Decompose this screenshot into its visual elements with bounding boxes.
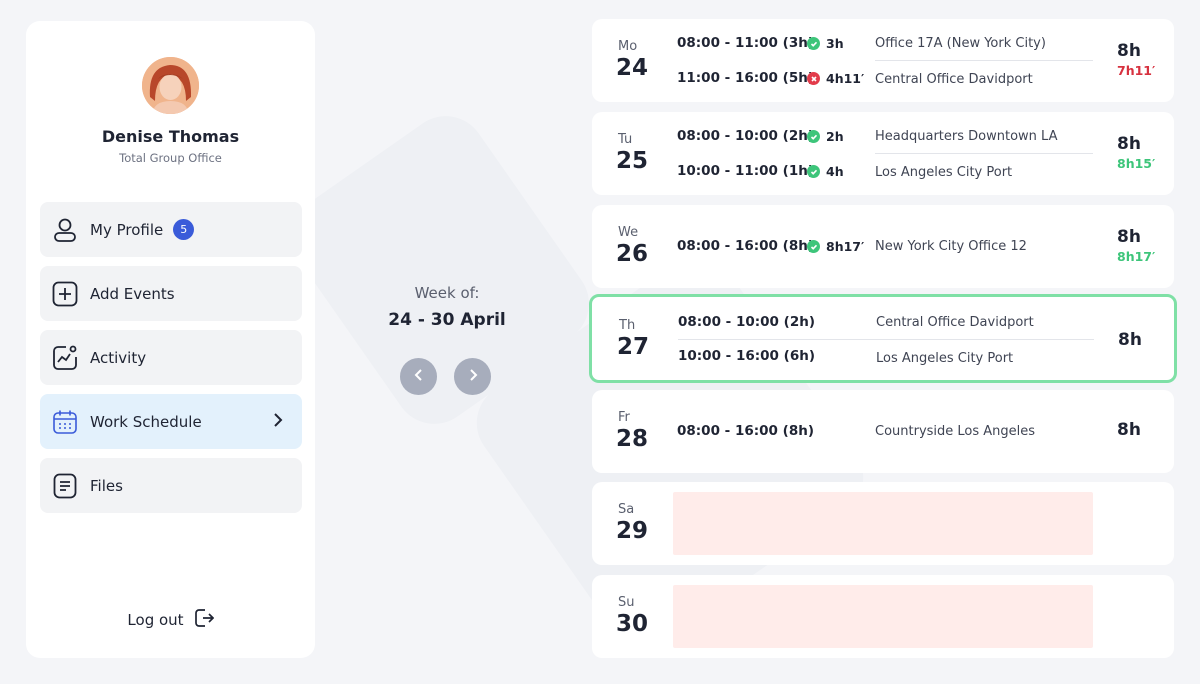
day-diff: 8h15′ (1117, 156, 1156, 171)
nav-item-activity[interactable]: Activity (40, 330, 302, 385)
day-total: 8h (1117, 420, 1141, 440)
check-icon (807, 37, 820, 50)
avatar[interactable] (142, 57, 199, 114)
day-diff: 7h11′ (1117, 63, 1156, 78)
day-card-sunday[interactable]: Su 30 (592, 575, 1174, 658)
day-card-thursday[interactable]: Th 27 08:00 - 10:00 (2h) Central Office … (589, 294, 1177, 383)
nav-label: My Profile (90, 220, 164, 239)
day-total: 8h (1117, 41, 1141, 61)
status-value: 4h11′ (826, 71, 865, 86)
shift-time: 08:00 - 11:00 (3h) (677, 35, 814, 51)
shift-location: Los Angeles City Port (875, 165, 1013, 180)
nav-label: Files (90, 476, 123, 495)
day-card-saturday[interactable]: Sa 29 (592, 482, 1174, 565)
shift-time: 10:00 - 16:00 (6h) (678, 348, 815, 364)
day-diff: 8h17′ (1117, 249, 1156, 264)
next-week-button[interactable] (454, 358, 491, 395)
logout-icon (194, 608, 214, 632)
shift-location: Office 17A (New York City) (875, 36, 1046, 51)
shift-location: Los Angeles City Port (876, 351, 1014, 366)
status-value: 4h (826, 164, 844, 179)
day-number: 24 (616, 55, 649, 81)
day-name: Tu (618, 132, 633, 147)
shift-location: Countryside Los Angeles (875, 424, 1036, 439)
nav-label: Activity (90, 348, 147, 367)
plus-square-icon (52, 281, 78, 307)
day-name: Sa (618, 502, 635, 517)
chevron-right-icon (272, 412, 284, 432)
day-number: 26 (616, 241, 649, 267)
day-name: We (618, 225, 639, 240)
nav-item-add-events[interactable]: Add Events (40, 266, 302, 321)
divider (875, 153, 1093, 154)
day-number: 29 (616, 518, 649, 544)
shift-status: 3h (807, 36, 844, 51)
activity-chart-icon (52, 345, 78, 371)
day-card-tuesday[interactable]: Tu 25 08:00 - 10:00 (2h) 2h Headquarters… (592, 112, 1174, 195)
file-icon (52, 473, 78, 499)
shift-time: 08:00 - 10:00 (2h) (678, 314, 815, 330)
nav-item-my-profile[interactable]: My Profile 5 (40, 202, 302, 257)
day-card-monday[interactable]: Mo 24 08:00 - 11:00 (3h) 3h Office 17A (… (592, 19, 1174, 102)
day-number: 28 (616, 426, 649, 452)
shift-status: 4h11′ (807, 71, 864, 86)
day-total: 8h (1118, 330, 1142, 350)
shift-location: Central Office Davidport (875, 72, 1033, 87)
week-selector: Week of: 24 - 30 April (372, 284, 522, 330)
week-label: Week of: (414, 284, 480, 302)
notification-badge: 5 (173, 219, 195, 240)
shift-time: 08:00 - 16:00 (8h) (677, 423, 814, 439)
check-icon (807, 165, 820, 178)
sidebar: Denise Thomas Total Group Office My Prof… (26, 21, 315, 658)
shift-location: Central Office Davidport (876, 315, 1034, 330)
day-total: 8h (1117, 134, 1141, 154)
day-number: 30 (616, 611, 649, 637)
divider (875, 60, 1093, 61)
shift-location: New York City Office 12 (875, 239, 1027, 254)
nav-item-files[interactable]: Files (40, 458, 302, 513)
day-off-block (673, 585, 1093, 648)
calendar-icon (52, 409, 78, 435)
status-value: 8h17′ (826, 239, 865, 254)
day-card-friday[interactable]: Fr 28 08:00 - 16:00 (8h) Countryside Los… (592, 390, 1174, 473)
check-icon (807, 130, 820, 143)
day-off-block (673, 492, 1093, 555)
day-number: 25 (616, 148, 649, 174)
logout-button[interactable]: Log out (26, 608, 315, 632)
user-name: Denise Thomas (101, 127, 240, 146)
previous-week-button[interactable] (400, 358, 437, 395)
day-card-wednesday[interactable]: We 26 08:00 - 16:00 (8h) 8h17′ New York … (592, 205, 1174, 288)
chevron-left-icon (414, 367, 424, 386)
day-name: Th (619, 318, 636, 333)
error-icon (807, 72, 820, 85)
day-name: Mo (618, 39, 638, 54)
nav-item-work-schedule[interactable]: Work Schedule (40, 394, 302, 449)
divider (678, 339, 1094, 340)
status-value: 3h (826, 36, 844, 51)
chevron-right-icon (468, 367, 478, 386)
day-name: Fr (618, 410, 630, 425)
nav-label: Add Events (90, 284, 175, 303)
check-icon (807, 240, 820, 253)
user-subtitle: Total Group Office (119, 151, 222, 165)
shift-time: 11:00 - 16:00 (5h) (677, 70, 814, 86)
nav-label: Work Schedule (90, 412, 202, 431)
shift-time: 08:00 - 10:00 (2h) (677, 128, 814, 144)
shift-status: 4h (807, 164, 844, 179)
day-number: 27 (617, 334, 650, 360)
shift-time: 08:00 - 16:00 (8h) (677, 238, 814, 254)
shift-status: 8h17′ (807, 239, 864, 254)
shift-status: 2h (807, 129, 844, 144)
day-name: Su (618, 595, 635, 610)
shift-time: 10:00 - 11:00 (1h) (677, 163, 814, 179)
user-icon (52, 217, 78, 243)
day-total: 8h (1117, 227, 1141, 247)
shift-location: Headquarters Downtown LA (875, 129, 1058, 144)
week-range: 24 - 30 April (388, 310, 506, 330)
logout-label: Log out (127, 611, 184, 629)
status-value: 2h (826, 129, 844, 144)
